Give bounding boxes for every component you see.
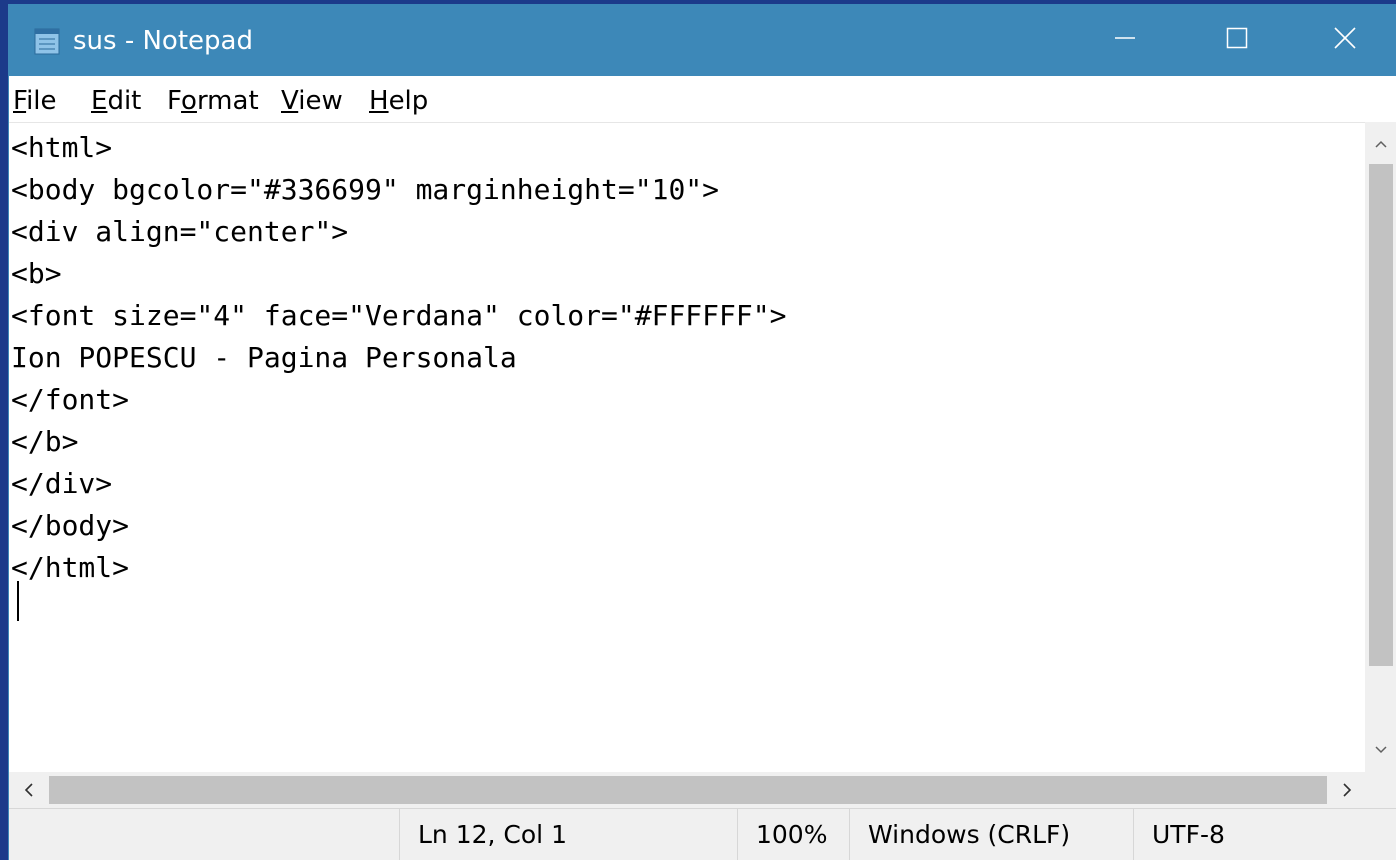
horizontal-scroll-thumb[interactable] — [49, 776, 1327, 804]
notepad-window: sus - Notepad File Edit Format View Help… — [8, 4, 1396, 860]
minimize-icon — [1114, 27, 1136, 53]
code-line: </font> — [11, 383, 130, 416]
code-line: </div> — [11, 467, 113, 500]
close-icon — [1333, 26, 1357, 54]
close-button[interactable] — [1293, 4, 1396, 76]
maximize-button[interactable] — [1181, 4, 1293, 76]
code-line: <html> — [11, 131, 113, 164]
vertical-scroll-thumb[interactable] — [1369, 164, 1393, 666]
code-line: <b> — [11, 257, 62, 290]
scroll-up-icon[interactable] — [1373, 136, 1389, 152]
code-line: Ion POPESCU - Pagina Personala — [11, 341, 517, 374]
maximize-icon — [1226, 27, 1248, 53]
text-caret — [17, 581, 19, 621]
code-line: </body> — [11, 509, 130, 542]
window-title: sus - Notepad — [73, 26, 253, 56]
status-position: Ln 12, Col 1 — [399, 809, 737, 860]
status-encoding: UTF-8 — [1133, 809, 1396, 860]
scroll-down-icon[interactable] — [1373, 742, 1389, 758]
menu-format[interactable]: Format — [167, 86, 259, 116]
scroll-left-icon[interactable] — [21, 782, 37, 798]
code-line: <div align="center"> — [11, 215, 349, 248]
status-line-endings: Windows (CRLF) — [849, 809, 1133, 860]
scroll-right-icon[interactable] — [1339, 782, 1355, 798]
status-zoom: 100% — [737, 809, 849, 860]
code-line: <font size="4" face="Verdana" color="#FF… — [11, 299, 787, 332]
text-editor[interactable]: <html> <body bgcolor="#336699" marginhei… — [9, 122, 1365, 772]
minimize-button[interactable] — [1069, 4, 1181, 76]
scrollbar-corner — [1365, 772, 1396, 808]
title-bar[interactable]: sus - Notepad — [9, 4, 1396, 76]
menu-help[interactable]: Help — [369, 86, 428, 116]
menu-file[interactable]: File — [13, 86, 57, 116]
menu-edit[interactable]: Edit — [91, 86, 141, 116]
menu-view[interactable]: View — [281, 86, 343, 116]
code-line: </html> — [11, 551, 130, 584]
horizontal-scrollbar[interactable] — [9, 772, 1365, 808]
vertical-scrollbar[interactable] — [1365, 122, 1396, 772]
status-bar: Ln 12, Col 1 100% Windows (CRLF) UTF-8 — [9, 808, 1396, 860]
code-line: </b> — [11, 425, 79, 458]
notepad-icon — [33, 26, 63, 56]
menu-bar: File Edit Format View Help — [9, 76, 1396, 122]
code-line: <body bgcolor="#336699" marginheight="10… — [11, 173, 720, 206]
